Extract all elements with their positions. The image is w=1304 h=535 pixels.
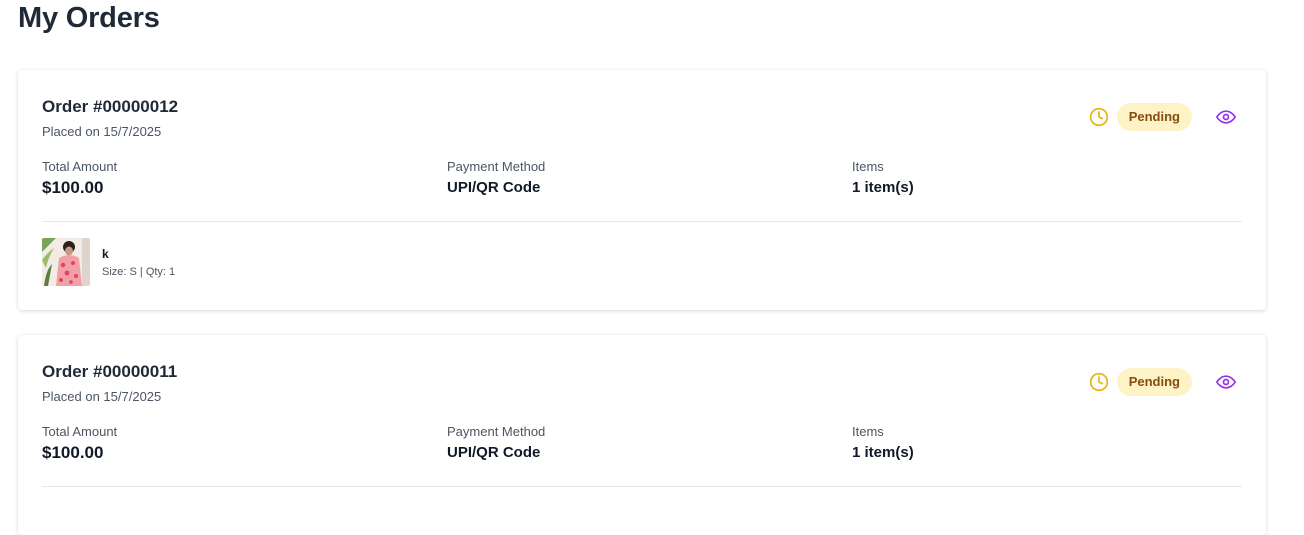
- items-label: Items: [852, 424, 884, 439]
- view-order-button[interactable]: [1212, 103, 1240, 131]
- status-badge: Pending: [1116, 103, 1192, 131]
- items-value: 1 item(s): [852, 179, 914, 196]
- payment-method-block: Payment Method UPI/QR Code: [447, 159, 545, 196]
- payment-method-value: UPI/QR Code: [447, 444, 541, 461]
- view-order-button[interactable]: [1212, 368, 1240, 396]
- product-name: k: [102, 247, 109, 261]
- payment-method-label: Payment Method: [447, 159, 546, 174]
- divider: [42, 486, 1242, 487]
- total-amount-label: Total Amount: [42, 159, 118, 174]
- items-block: Items 1 item(s): [852, 424, 914, 461]
- product-thumbnail: [42, 238, 90, 286]
- divider: [42, 221, 1242, 222]
- total-amount-block: Total Amount $100.00: [42, 159, 117, 198]
- order-id: Order #00000011: [42, 362, 178, 381]
- total-amount-label: Total Amount: [42, 424, 118, 439]
- page-title: My Orders: [18, 2, 160, 34]
- payment-method-label: Payment Method: [447, 424, 546, 439]
- order-status-area: Pending: [1089, 368, 1240, 396]
- total-amount-block: Total Amount $100.00: [42, 424, 117, 463]
- order-card: Order #00000011 Placed on 15/7/2025 Pend…: [18, 335, 1266, 535]
- payment-method-block: Payment Method UPI/QR Code: [447, 424, 545, 461]
- order-status-area: Pending: [1089, 103, 1240, 131]
- order-id: Order #00000012: [42, 97, 179, 116]
- order-card: Order #00000012 Placed on 15/7/2025 Pend…: [18, 70, 1266, 310]
- items-label: Items: [852, 159, 884, 174]
- total-amount-value: $100.00: [42, 178, 104, 197]
- eye-icon: [1216, 110, 1236, 124]
- clock-icon: [1089, 372, 1108, 392]
- total-amount-value: $100.00: [42, 443, 104, 462]
- payment-method-value: UPI/QR Code: [447, 179, 541, 196]
- items-value: 1 item(s): [852, 444, 914, 461]
- status-badge: Pending: [1116, 368, 1192, 396]
- clock-icon: [1089, 107, 1108, 127]
- order-date: Placed on 15/7/2025: [42, 124, 162, 139]
- items-block: Items 1 item(s): [852, 159, 914, 196]
- eye-icon: [1216, 375, 1236, 389]
- product-meta: Size: S | Qty: 1: [102, 266, 176, 278]
- order-date: Placed on 15/7/2025: [42, 389, 162, 404]
- product-image: [42, 238, 90, 286]
